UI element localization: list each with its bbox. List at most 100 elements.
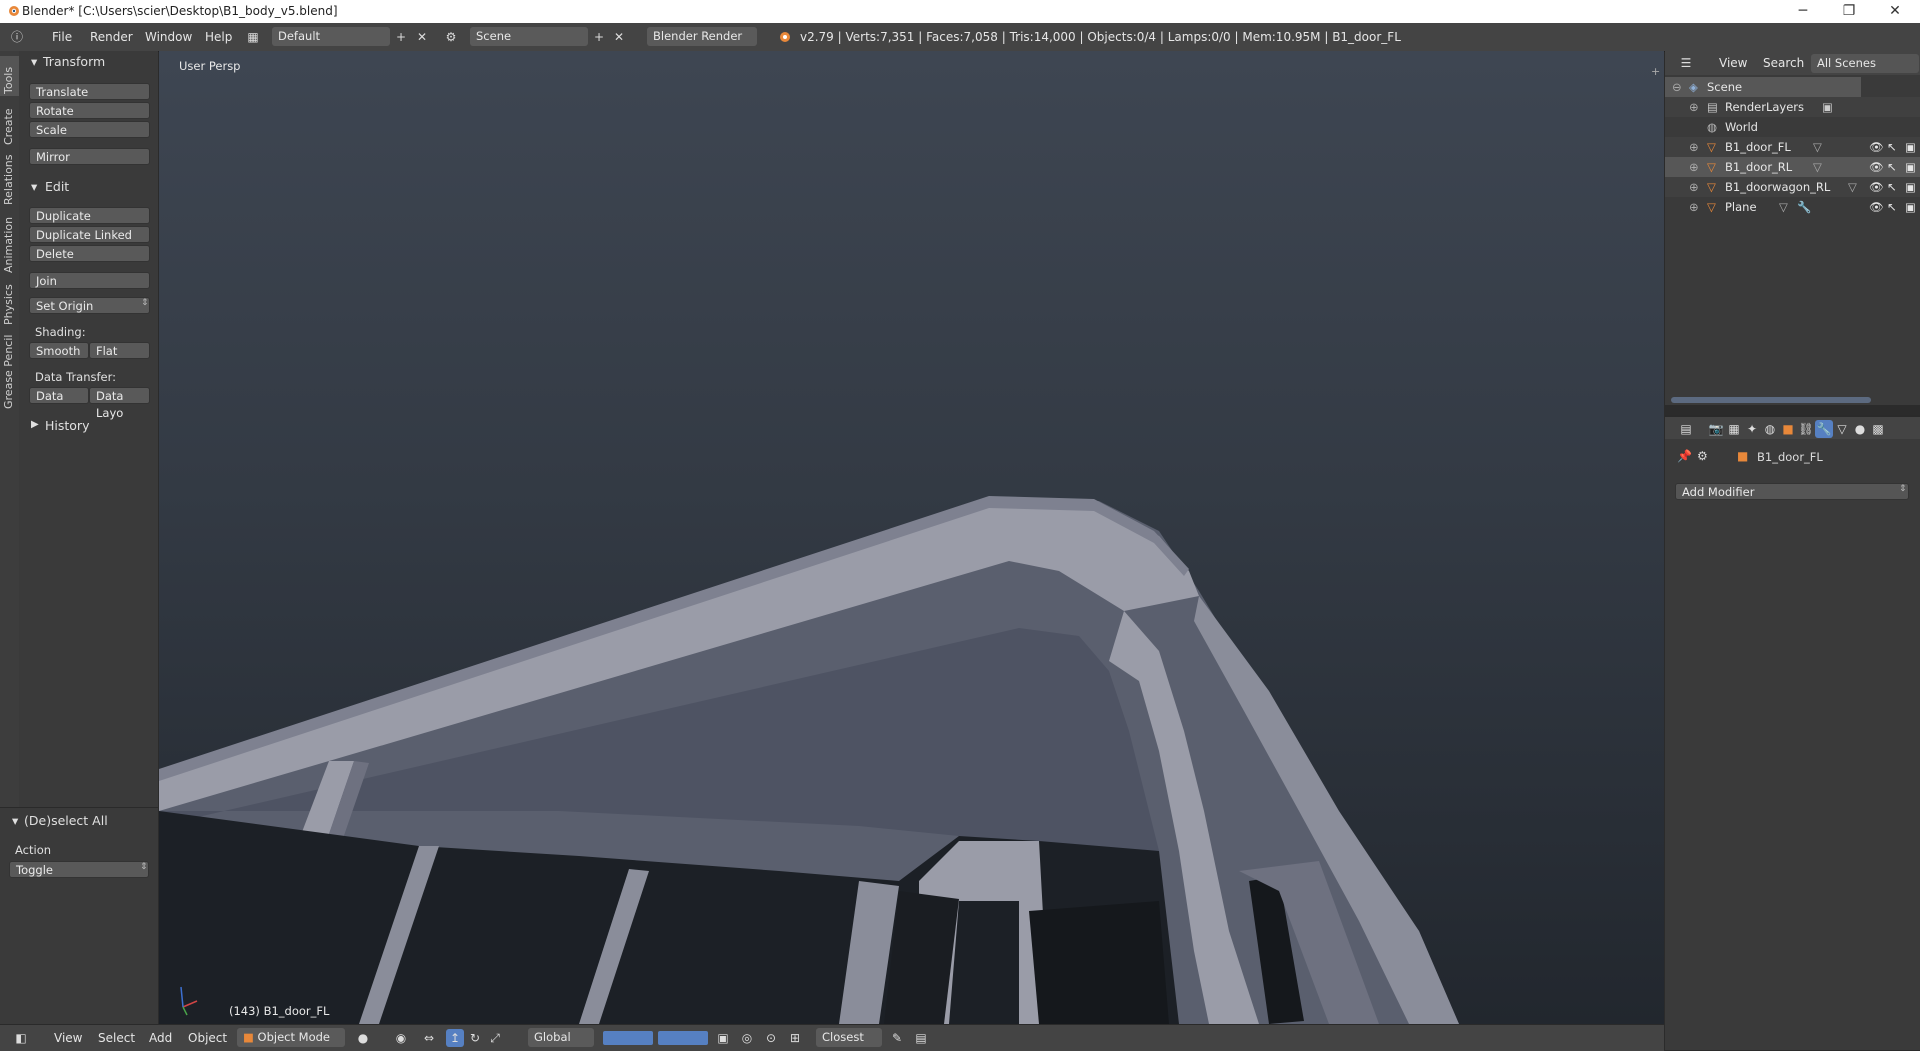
- constraints-tab-icon[interactable]: ⛓: [1797, 420, 1815, 438]
- viewport-menu-select[interactable]: Select: [98, 1031, 135, 1045]
- material-tab-icon[interactable]: ●: [1851, 420, 1869, 438]
- tab-grease-pencil[interactable]: Grease Pencil: [0, 331, 19, 411]
- renderability-icon[interactable]: ▣: [1905, 140, 1916, 154]
- manipulator-toggle-icon[interactable]: ⇔: [420, 1029, 438, 1047]
- tab-create[interactable]: Create: [0, 101, 19, 147]
- selectability-icon[interactable]: ↖: [1887, 180, 1897, 194]
- transform-panel-header[interactable]: Transform: [43, 54, 105, 69]
- close-button[interactable]: ✕: [1872, 0, 1918, 23]
- outliner-row-renderlayers[interactable]: ⊕ ▤ RenderLayers ▣: [1665, 97, 1920, 117]
- translate-manipulator-icon[interactable]: ↥: [446, 1029, 464, 1047]
- menu-file[interactable]: File: [52, 30, 72, 44]
- history-expand-icon[interactable]: ▶: [31, 419, 39, 430]
- outliner-row-world[interactable]: ◍ World: [1665, 117, 1920, 137]
- operator-collapse-icon[interactable]: ▾: [12, 813, 18, 828]
- tab-relations[interactable]: Relations: [0, 151, 19, 207]
- render-tab-icon[interactable]: 📷: [1707, 420, 1725, 438]
- expand-icon[interactable]: ⊕: [1689, 140, 1699, 154]
- scene-tab-icon[interactable]: ✦: [1743, 420, 1761, 438]
- mirror-button[interactable]: Mirror: [29, 148, 150, 165]
- opengl-render-icon[interactable]: ✎: [888, 1029, 906, 1047]
- viewport-menu-object[interactable]: Object: [188, 1031, 227, 1045]
- expand-properties-icon[interactable]: +: [1651, 65, 1660, 78]
- render-layers-tab-icon[interactable]: ▦: [1725, 420, 1743, 438]
- maximize-button[interactable]: ❐: [1826, 0, 1872, 23]
- transform-orientation-dropdown[interactable]: Global: [528, 1028, 594, 1047]
- history-panel-header[interactable]: History: [45, 418, 89, 433]
- expand-icon[interactable]: ⊕: [1689, 160, 1699, 174]
- outliner-row-b1-doorwagon-rl[interactable]: ⊕ ▽ B1_doorwagon_RL ▽ 👁 ↖ ▣: [1665, 177, 1920, 197]
- duplicate-linked-button[interactable]: Duplicate Linked: [29, 226, 150, 243]
- add-scene-icon[interactable]: +: [590, 28, 608, 46]
- lock-layers-icon[interactable]: ▣: [714, 1029, 732, 1047]
- menu-window[interactable]: Window: [145, 30, 192, 44]
- proportional-edit-icon[interactable]: ◎: [738, 1029, 756, 1047]
- renderability-icon[interactable]: ▣: [1905, 160, 1916, 174]
- remove-scene-icon[interactable]: ✕: [610, 28, 628, 46]
- viewport-shading-icon[interactable]: ●: [354, 1029, 372, 1047]
- properties-editor-icon[interactable]: ▤: [1677, 420, 1695, 438]
- transform-collapse-icon[interactable]: ▾: [31, 54, 37, 69]
- scale-button[interactable]: Scale: [29, 121, 150, 138]
- screen-layout-field[interactable]: Default: [272, 27, 390, 46]
- selectability-icon[interactable]: ↖: [1887, 200, 1897, 214]
- outliner-row-scene[interactable]: ⊖ ◈ Scene: [1665, 77, 1861, 97]
- selectability-icon[interactable]: ↖: [1887, 160, 1897, 174]
- expand-icon[interactable]: ⊕: [1689, 200, 1699, 214]
- visibility-eye-icon[interactable]: 👁: [1869, 140, 1884, 154]
- info-editor-icon[interactable]: ⓘ: [8, 28, 26, 46]
- minimize-button[interactable]: ─: [1780, 0, 1826, 23]
- rotate-button[interactable]: Rotate: [29, 102, 150, 119]
- layers-row-1[interactable]: [603, 1031, 653, 1045]
- scale-manipulator-icon[interactable]: ⤢: [486, 1029, 504, 1047]
- duplicate-button[interactable]: Duplicate: [29, 207, 150, 224]
- remove-layout-icon[interactable]: ✕: [413, 28, 431, 46]
- pivot-point-icon[interactable]: ◉: [392, 1029, 410, 1047]
- visibility-eye-icon[interactable]: 👁: [1869, 180, 1884, 194]
- outliner-row-b1-door-rl[interactable]: ⊕ ▽ B1_door_RL ▽ 👁 ↖ ▣: [1665, 157, 1920, 177]
- scene-icon[interactable]: ⚙: [442, 28, 460, 46]
- tab-animation[interactable]: Animation: [0, 211, 19, 275]
- 3d-viewport[interactable]: User Persp (143) B1_door_FL +: [159, 51, 1664, 1024]
- visibility-eye-icon[interactable]: 👁: [1869, 200, 1884, 214]
- collapse-icon[interactable]: ⊖: [1672, 80, 1682, 94]
- viewport-menu-add[interactable]: Add: [149, 1031, 172, 1045]
- delete-button[interactable]: Delete: [29, 245, 150, 262]
- action-dropdown[interactable]: Toggle: [9, 861, 149, 878]
- add-modifier-dropdown[interactable]: Add Modifier: [1675, 483, 1909, 500]
- pin-icon[interactable]: 📌: [1677, 449, 1692, 463]
- renderability-icon[interactable]: ▣: [1905, 200, 1916, 214]
- join-button[interactable]: Join: [29, 272, 150, 289]
- operator-panel-header[interactable]: (De)select All: [24, 813, 108, 828]
- expand-icon[interactable]: ⊕: [1689, 100, 1699, 114]
- data-tab-icon[interactable]: ▽: [1833, 420, 1851, 438]
- renderability-icon[interactable]: ▣: [1905, 180, 1916, 194]
- menu-render[interactable]: Render: [90, 30, 133, 44]
- outliner-row-plane[interactable]: ⊕ ▽ Plane ▽ 🔧 👁 ↖ ▣: [1665, 197, 1920, 217]
- snap-toggle-icon[interactable]: ⊙: [762, 1029, 780, 1047]
- editor-type-icon[interactable]: ◧: [12, 1029, 30, 1047]
- outliner-menu-search[interactable]: Search: [1763, 56, 1804, 70]
- interaction-mode-dropdown[interactable]: ■ Object Mode: [237, 1028, 345, 1047]
- tab-tools[interactable]: Tools: [0, 56, 19, 96]
- expand-icon[interactable]: ⊕: [1689, 180, 1699, 194]
- object-tab-icon[interactable]: ■: [1779, 420, 1797, 438]
- set-origin-dropdown[interactable]: Set Origin: [29, 297, 150, 314]
- data-transfer-button[interactable]: Data: [29, 387, 89, 404]
- screen-layout-icon[interactable]: ▦: [244, 28, 262, 46]
- snap-element-icon[interactable]: ⊞: [786, 1029, 804, 1047]
- render-preview-icon[interactable]: ▤: [912, 1029, 930, 1047]
- viewport-menu-view[interactable]: View: [54, 1031, 82, 1045]
- scene-field[interactable]: Scene: [470, 27, 588, 46]
- render-engine-dropdown[interactable]: Blender Render: [647, 27, 757, 46]
- outliner-horizontal-scrollbar[interactable]: [1671, 397, 1871, 403]
- texture-tab-icon[interactable]: ▩: [1869, 420, 1887, 438]
- modifiers-tab-icon[interactable]: 🔧: [1815, 420, 1833, 438]
- translate-button[interactable]: Translate: [29, 83, 150, 100]
- snap-target-dropdown[interactable]: Closest: [816, 1028, 882, 1047]
- visibility-eye-icon[interactable]: 👁: [1869, 160, 1884, 174]
- rotate-manipulator-icon[interactable]: ↻: [466, 1029, 484, 1047]
- smooth-shading-button[interactable]: Smooth: [29, 342, 89, 359]
- outliner-display-mode[interactable]: All Scenes: [1811, 54, 1919, 73]
- data-layout-button[interactable]: Data Layo: [89, 387, 150, 420]
